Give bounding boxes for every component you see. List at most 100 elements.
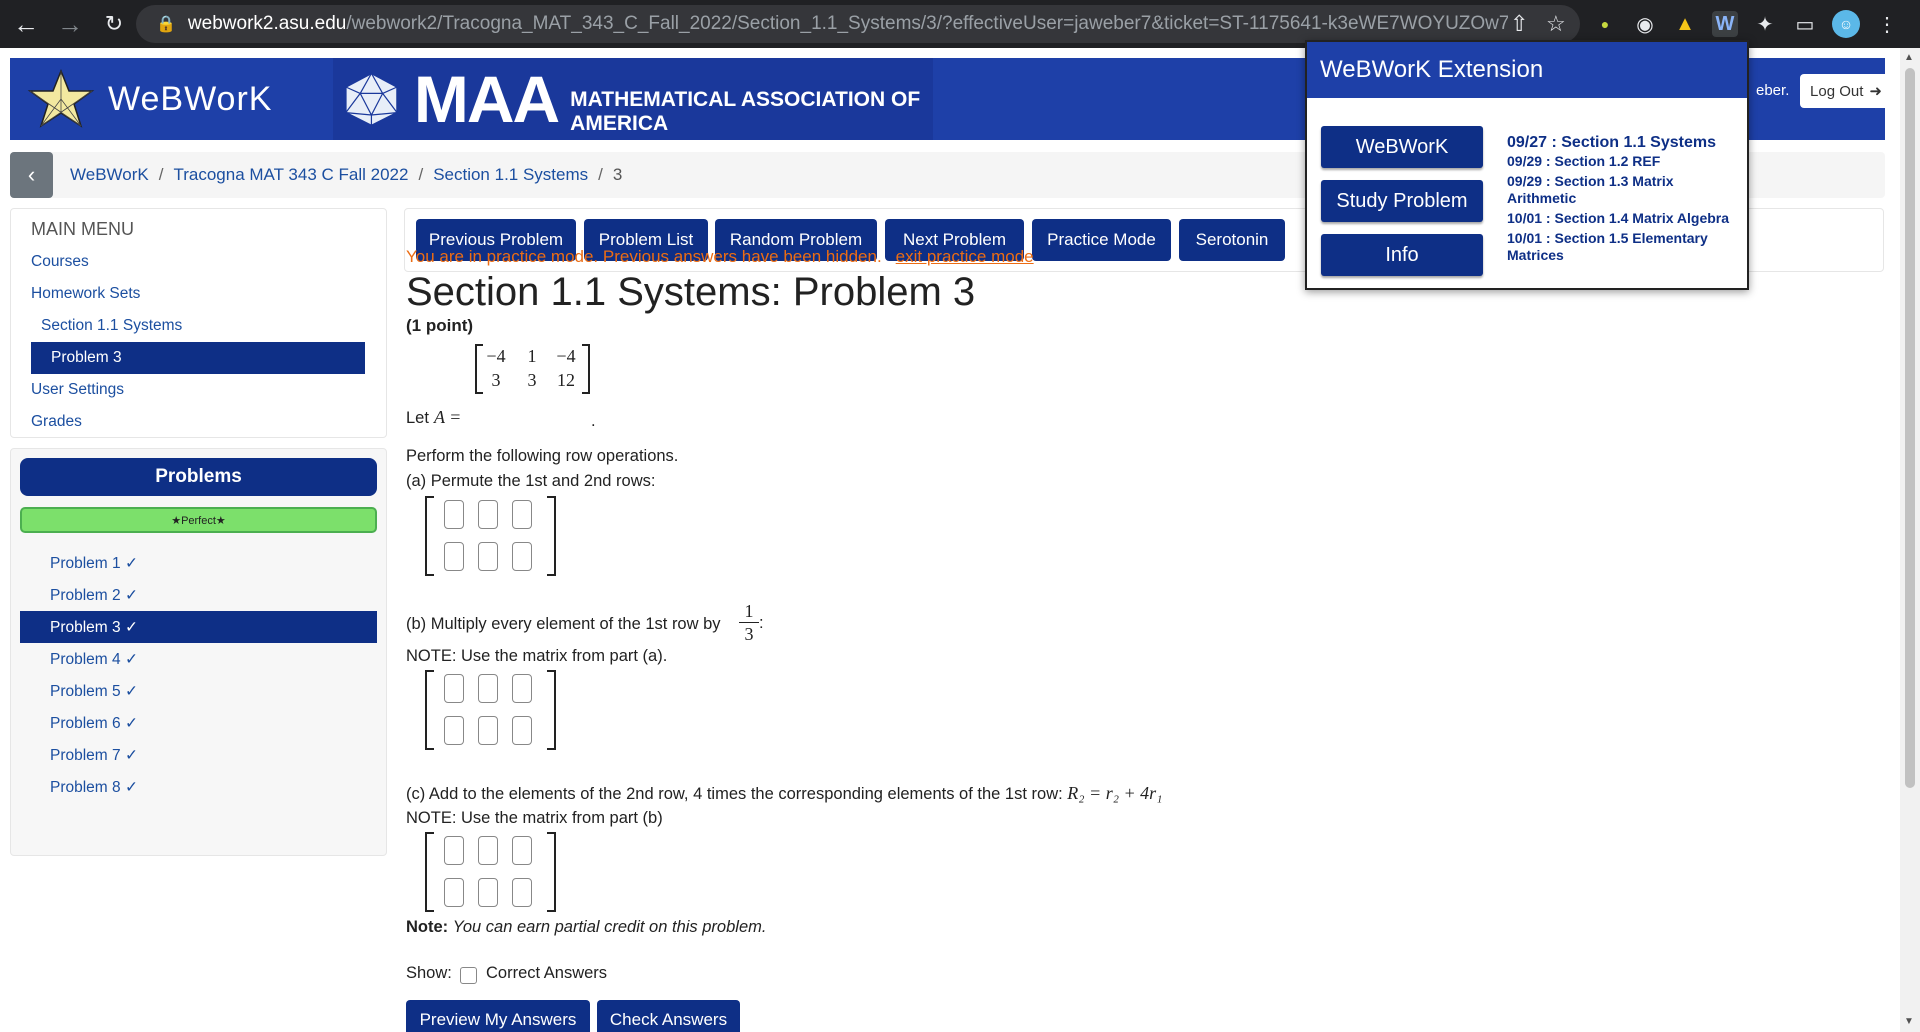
problem-link-6[interactable]: Problem 6 ✓ — [20, 707, 377, 739]
part-b-note: NOTE: Use the matrix from part (a). — [406, 647, 668, 665]
answer-input[interactable] — [444, 542, 464, 571]
menu-grades[interactable]: Grades — [31, 413, 82, 431]
matrix-cell: 3 — [527, 370, 537, 390]
answer-input[interactable] — [478, 674, 498, 703]
problem-link-7[interactable]: Problem 7 ✓ — [20, 739, 377, 771]
menu-courses[interactable]: Courses — [31, 253, 89, 271]
maa-logo[interactable]: MAA MATHEMATICAL ASSOCIATION OF AMERICA — [333, 58, 933, 140]
scroll-down-icon[interactable]: ▼ — [1904, 1016, 1914, 1027]
extension-study-problem-button[interactable]: Study Problem — [1321, 180, 1483, 222]
problem-link-3[interactable]: Problem 3 ✓ — [20, 611, 377, 643]
matrix-bracket-right — [547, 670, 556, 750]
correct-answers-checkbox[interactable] — [460, 967, 477, 984]
part-c-text: (c) Add to the elements of the 2nd row, … — [406, 785, 1063, 803]
answer-input[interactable] — [478, 878, 498, 907]
instructions: Perform the following row operations. — [406, 447, 679, 465]
extension-info-button[interactable]: Info — [1321, 234, 1483, 276]
due-item[interactable]: 10/01 : Section 1.5 Elementary Matrices — [1507, 230, 1743, 264]
menu-current-problem[interactable]: Problem 3 — [31, 342, 365, 374]
matrix-period: . — [591, 412, 596, 430]
puzzle-icon[interactable]: ✦ — [1752, 11, 1778, 37]
note-label: Note: — [406, 918, 449, 936]
main-menu: MAIN MENU Courses Homework Sets Section … — [10, 208, 387, 438]
answer-input[interactable] — [512, 674, 532, 703]
back-arrow-icon[interactable]: ← — [8, 6, 44, 42]
page-scrollbar[interactable]: ▲ ▼ — [1900, 48, 1920, 1032]
matrix-bracket-right — [547, 832, 556, 912]
breadcrumb-webwork[interactable]: WeBWorK — [70, 165, 149, 184]
answer-input[interactable] — [444, 878, 464, 907]
forward-arrow-icon[interactable]: → — [52, 6, 88, 42]
maa-logo-text: MAA — [413, 62, 560, 136]
answer-input[interactable] — [478, 542, 498, 571]
practice-mode-button[interactable]: Practice Mode — [1032, 219, 1171, 261]
extension-webwork-button[interactable]: WeBWorK — [1321, 126, 1483, 168]
due-item[interactable]: 09/29 : Section 1.2 REF — [1507, 153, 1743, 170]
answer-input[interactable] — [512, 716, 532, 745]
matrix-bracket-right — [547, 496, 556, 576]
problem-link-5[interactable]: Problem 5 ✓ — [20, 675, 377, 707]
fraction-numerator: 1 — [739, 600, 759, 623]
logout-icon: ➜ — [1869, 83, 1882, 100]
shield-extension-icon[interactable]: ◉ — [1632, 11, 1658, 37]
side-panel-icon[interactable]: ▭ — [1792, 11, 1818, 37]
preview-answers-button[interactable]: Preview My Answers — [406, 1000, 590, 1032]
correct-answers-label[interactable]: Correct Answers — [486, 964, 607, 983]
problem-link-2[interactable]: Problem 2 ✓ — [20, 579, 377, 611]
part-b-colon: : — [759, 614, 764, 632]
breadcrumb-course[interactable]: Tracogna MAT 343 C Fall 2022 — [173, 165, 408, 184]
problem-link-4[interactable]: Problem 4 ✓ — [20, 643, 377, 675]
scroll-up-icon[interactable]: ▲ — [1904, 52, 1914, 63]
fraction-one-third: 1 3 — [739, 600, 759, 645]
part-b-label: (b) Multiply every element of the 1st ro… — [406, 615, 721, 633]
menu-homework-sets[interactable]: Homework Sets — [31, 285, 140, 303]
answer-input[interactable] — [444, 500, 464, 529]
maa-icosahedron-icon — [345, 72, 398, 127]
answer-input[interactable] — [512, 836, 532, 865]
breadcrumb-set[interactable]: Section 1.1 Systems — [433, 165, 588, 184]
due-item[interactable]: 09/29 : Section 1.3 Matrix Arithmetic — [1507, 173, 1743, 207]
serotonin-button[interactable]: Serotonin — [1179, 219, 1285, 261]
exit-practice-link[interactable]: exit practice mode — [896, 247, 1034, 266]
answer-input[interactable] — [478, 836, 498, 865]
share-icon[interactable]: ⇧ — [1510, 11, 1528, 37]
answer-input[interactable] — [444, 836, 464, 865]
cat-extension-icon[interactable]: ▲ — [1672, 11, 1698, 37]
scroll-thumb[interactable] — [1905, 68, 1915, 788]
practice-mode-message: You are in practice mode. Previous answe… — [406, 247, 1034, 267]
matrix-bracket-right — [582, 344, 590, 394]
due-item[interactable]: 09/27 : Section 1.1 Systems — [1507, 134, 1743, 151]
logout-button[interactable]: Log Out ➜ — [1800, 74, 1892, 108]
answer-input[interactable] — [478, 716, 498, 745]
answer-input[interactable] — [512, 500, 532, 529]
webwork-extension-icon[interactable]: W — [1712, 11, 1738, 37]
bookmark-star-icon[interactable]: ☆ — [1546, 11, 1566, 37]
answer-input[interactable] — [512, 542, 532, 571]
menu-kebab-icon[interactable]: ⋮ — [1874, 11, 1900, 37]
menu-user-settings[interactable]: User Settings — [31, 381, 124, 399]
answer-input[interactable] — [444, 674, 464, 703]
color-dot-extension-icon[interactable]: ● — [1592, 11, 1618, 37]
back-button[interactable]: ‹ — [10, 152, 53, 198]
answer-input[interactable] — [444, 716, 464, 745]
due-item[interactable]: 10/01 : Section 1.4 Matrix Algebra — [1507, 210, 1743, 227]
address-bar[interactable]: 🔒 webwork2.asu.edu/webwork2/Tracogna_MAT… — [136, 5, 1580, 43]
matrix-bracket-left — [425, 832, 434, 912]
extensions-bar: ● ◉ ▲ W ✦ ▭ ☺ ⋮ — [1592, 8, 1900, 40]
url-text[interactable]: webwork2.asu.edu/webwork2/Tracogna_MAT_3… — [188, 13, 1508, 35]
problem-title: Section 1.1 Systems: Problem 3 — [406, 270, 976, 314]
profile-avatar[interactable]: ☺ — [1832, 10, 1860, 38]
answer-matrix-c — [425, 832, 556, 912]
problem-link-8[interactable]: Problem 8 ✓ — [20, 771, 377, 803]
webwork-logo[interactable]: WeBWorK — [26, 66, 326, 132]
answer-matrix-b — [425, 670, 556, 750]
answer-input[interactable] — [478, 500, 498, 529]
matrix-cell: 12 — [557, 370, 575, 390]
check-answers-button[interactable]: Check Answers — [597, 1000, 740, 1032]
practice-mode-text: You are in practice mode. Previous answe… — [406, 247, 882, 266]
problem-points: (1 point) — [406, 316, 474, 335]
menu-section-set[interactable]: Section 1.1 Systems — [41, 317, 182, 335]
reload-icon[interactable]: ↻ — [96, 6, 132, 42]
answer-input[interactable] — [512, 878, 532, 907]
problem-link-1[interactable]: Problem 1 ✓ — [20, 547, 377, 579]
